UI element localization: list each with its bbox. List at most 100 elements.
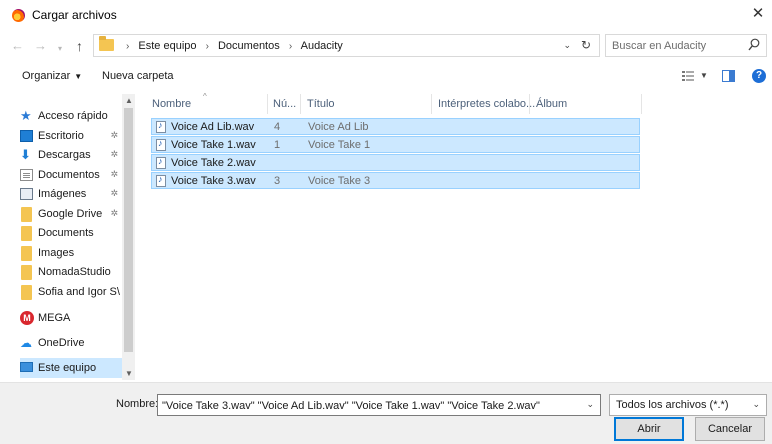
search-icon[interactable]: [748, 38, 760, 52]
breadcrumb-audacity[interactable]: Audacity: [301, 40, 343, 52]
open-button[interactable]: Abrir: [614, 417, 684, 441]
sidebar-item-label: Images: [38, 247, 75, 259]
folder-icon: [21, 265, 32, 280]
sidebar-item-nomadastudio[interactable]: NomadaStudio: [20, 262, 122, 282]
sidebar-item-label: Acceso rápido: [38, 110, 108, 122]
file-title: Voice Take 3: [308, 175, 371, 187]
pin-icon: ✲: [110, 188, 118, 198]
computer-icon: [20, 362, 33, 372]
folder-icon: [21, 207, 32, 222]
file-list: ^ Nombre Nú... Título Intérpretes colabo…: [137, 92, 772, 380]
firefox-icon: [12, 9, 25, 22]
file-title: Voice Ad Lib: [308, 121, 369, 133]
refresh-icon[interactable]: ↻: [581, 38, 591, 52]
folder-icon: [21, 285, 32, 300]
sidebar-item-onedrive[interactable]: ☁ OneDrive: [20, 333, 122, 353]
sidebar-item-descargas[interactable]: ⬇ Descargas ✲: [20, 145, 122, 165]
scrollbar-thumb[interactable]: [124, 108, 133, 352]
column-header-nombre[interactable]: Nombre: [152, 98, 191, 110]
pin-icon: ✲: [110, 149, 118, 159]
sidebar-item-label: Escritorio: [38, 130, 84, 142]
organize-button[interactable]: Organizar ▼: [22, 70, 82, 82]
breadcrumb: › Este equipo › Documentos › Audacity: [120, 40, 343, 52]
breadcrumb-este-equipo[interactable]: Este equipo: [138, 40, 196, 52]
scroll-up-icon[interactable]: ▲: [125, 96, 133, 105]
desktop-icon: [20, 130, 33, 142]
title-bar: Cargar archivos ✕: [0, 0, 772, 30]
sidebar-item-label: Este equipo: [38, 362, 97, 374]
audio-file-icon: [156, 138, 166, 151]
file-row[interactable]: Voice Take 3.wav 3 Voice Take 3: [151, 172, 640, 189]
file-row[interactable]: Voice Ad Lib.wav 4 Voice Ad Lib: [151, 118, 640, 135]
sidebar-item-label: MEGA: [38, 312, 71, 324]
pin-icon: ✲: [110, 208, 118, 218]
command-bar: Organizar ▼ Nueva carpeta ▼ ?: [0, 64, 772, 90]
view-chevron-down-icon[interactable]: ▼: [700, 71, 708, 80]
column-divider[interactable]: [267, 94, 268, 114]
column-header-titulo[interactable]: Título: [307, 98, 335, 110]
forward-arrow-icon[interactable]: →: [34, 38, 47, 54]
breadcrumb-documentos[interactable]: Documentos: [218, 40, 280, 52]
cancel-button[interactable]: Cancelar: [695, 417, 765, 441]
window-title: Cargar archivos: [32, 8, 117, 22]
sidebar-item-sofia-and-igor[interactable]: Sofia and Igor S\: [20, 282, 122, 302]
sidebar-item-label: Google Drive: [38, 208, 103, 220]
sidebar-item-imagenes[interactable]: Imágenes ✲: [20, 184, 122, 204]
column-header-numero[interactable]: Nú...: [273, 98, 296, 110]
file-type-select[interactable]: Todos los archivos (*.*) ⌄: [609, 394, 767, 416]
recent-locations-chevron-icon[interactable]: ▾: [58, 41, 62, 57]
filename-label: Nombre:: [116, 398, 159, 410]
file-name: Voice Take 1.wav: [171, 139, 256, 151]
breadcrumb-separator: ›: [126, 41, 130, 52]
back-arrow-icon[interactable]: ←: [11, 38, 24, 54]
column-header-row: ^ Nombre Nú... Título Intérpretes colabo…: [137, 92, 772, 114]
sidebar-item-este-equipo[interactable]: Este equipo: [20, 358, 122, 378]
file-track-number: 4: [274, 121, 281, 133]
chevron-down-icon[interactable]: ⌄: [563, 40, 571, 51]
sidebar-item-documentos[interactable]: Documentos ✲: [20, 165, 122, 185]
address-bar[interactable]: › Este equipo › Documentos › Audacity ⌄ …: [93, 34, 600, 57]
view-options-icon[interactable]: [682, 71, 694, 81]
help-icon[interactable]: ?: [752, 69, 766, 83]
audio-file-icon: [156, 120, 166, 133]
sidebar-item-documents[interactable]: Documents: [20, 223, 122, 243]
chevron-down-icon[interactable]: ⌄: [586, 399, 594, 410]
file-type-value: Todos los archivos (*.*): [616, 399, 729, 411]
new-folder-button[interactable]: Nueva carpeta: [102, 70, 174, 82]
sidebar-item-google-drive[interactable]: Google Drive ✲: [20, 204, 122, 224]
sidebar-item-acceso-rapido[interactable]: ★ Acceso rápido: [20, 106, 122, 126]
preview-pane-icon[interactable]: [722, 70, 735, 82]
scroll-down-icon[interactable]: ▼: [125, 369, 133, 378]
sidebar-item-images[interactable]: Images: [20, 243, 122, 263]
filename-input[interactable]: [162, 398, 572, 413]
file-row[interactable]: Voice Take 2.wav: [151, 154, 640, 171]
mega-icon: M: [20, 311, 34, 325]
breadcrumb-separator: ›: [288, 41, 293, 52]
file-row[interactable]: Voice Take 1.wav 1 Voice Take 1: [151, 136, 640, 153]
column-header-interpretes[interactable]: Intérpretes colabo...: [438, 98, 535, 110]
sidebar-item-label: Descargas: [38, 149, 91, 161]
sidebar-item-escritorio[interactable]: Escritorio ✲: [20, 126, 122, 146]
up-arrow-icon[interactable]: ↑: [76, 38, 83, 54]
breadcrumb-separator: ›: [205, 41, 209, 52]
file-name: Voice Ad Lib.wav: [171, 121, 255, 133]
close-icon[interactable]: ✕: [750, 5, 766, 23]
sidebar-item-label: Documentos: [38, 169, 100, 181]
sidebar-item-label: Documents: [38, 227, 94, 239]
file-track-number: 3: [274, 175, 281, 187]
download-icon: ⬇: [20, 147, 31, 162]
sidebar-item-label: Sofia and Igor S\: [38, 286, 120, 298]
column-divider[interactable]: [300, 94, 301, 114]
dialog-footer: Nombre: ⌄ Todos los archivos (*.*) ⌄ Abr…: [0, 382, 772, 444]
column-divider[interactable]: [641, 94, 642, 114]
column-header-album[interactable]: Álbum: [536, 98, 567, 110]
column-divider[interactable]: [431, 94, 432, 114]
chevron-down-icon: ⌄: [752, 399, 760, 409]
file-title: Voice Take 1: [308, 139, 371, 151]
navigation-scrollbar[interactable]: ▲ ▼: [122, 94, 135, 380]
search-input[interactable]: [612, 38, 742, 54]
column-divider[interactable]: [529, 94, 530, 114]
sidebar-item-mega[interactable]: M MEGA: [20, 308, 122, 328]
filename-combobox: ⌄: [157, 394, 601, 416]
address-row: ← → ▾ ↑ › Este equipo › Documentos › Aud…: [0, 34, 772, 58]
